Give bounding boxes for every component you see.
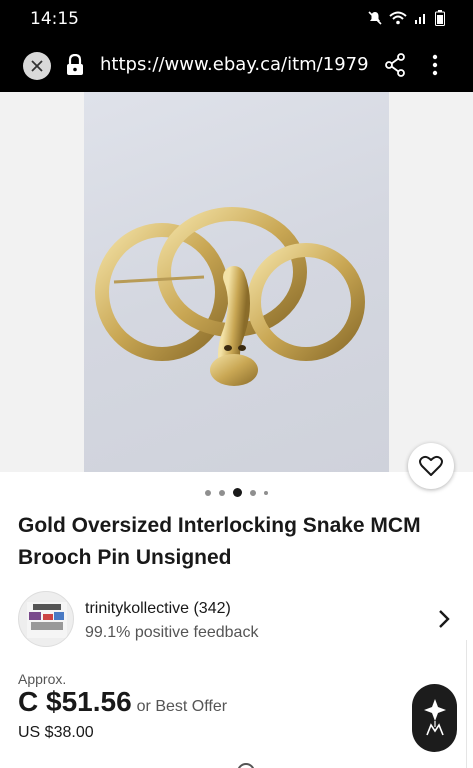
heart-icon: [419, 455, 443, 476]
image-pagination: [0, 488, 473, 497]
wifi-icon: [389, 11, 407, 25]
watch-button[interactable]: [408, 443, 454, 489]
more-icon[interactable]: [430, 53, 440, 77]
best-offer-label: or Best Offer: [136, 698, 228, 715]
bottom-handle[interactable]: [237, 763, 255, 768]
mute-icon: [368, 11, 382, 25]
status-icons: [368, 10, 445, 26]
pagination-dot-active[interactable]: [233, 488, 242, 497]
approx-label: Approx.: [18, 671, 67, 687]
share-icon[interactable]: [384, 53, 406, 77]
product-photo[interactable]: [84, 92, 389, 472]
scroll-edge: [466, 640, 473, 768]
battery-icon: [435, 10, 445, 26]
pagination-dot[interactable]: [219, 489, 225, 496]
seller-name[interactable]: trinitykollective (342): [85, 600, 231, 618]
lock-icon: [67, 54, 83, 75]
pagination-dot[interactable]: [205, 489, 211, 496]
pagination-dot[interactable]: [250, 489, 256, 496]
status-bar: 14:15: [0, 0, 473, 40]
url-text[interactable]: https://www.ebay.ca/itm/19791: [100, 54, 368, 75]
close-button[interactable]: [23, 52, 51, 80]
price-row: C $51.56 or Best Offer: [18, 686, 227, 718]
close-icon: [31, 60, 43, 72]
image-gallery[interactable]: [0, 92, 473, 472]
seller-avatar[interactable]: [18, 591, 74, 647]
seller-feedback: 99.1% positive feedback: [85, 624, 259, 641]
assistant-icon: [423, 699, 446, 736]
signal-icon: [415, 14, 425, 24]
price-amount: C $51.56: [18, 686, 132, 717]
usd-price: US $38.00: [18, 724, 94, 741]
status-time: 14:15: [30, 9, 79, 29]
pagination-dot[interactable]: [264, 490, 268, 495]
brooch-image: [95, 207, 365, 386]
chevron-right-icon[interactable]: [438, 609, 450, 629]
url-bar: https://www.ebay.ca/itm/19791: [0, 40, 473, 92]
assistant-button[interactable]: [412, 684, 457, 752]
listing-title: Gold Oversized Interlocking Snake MCM Br…: [18, 514, 421, 569]
